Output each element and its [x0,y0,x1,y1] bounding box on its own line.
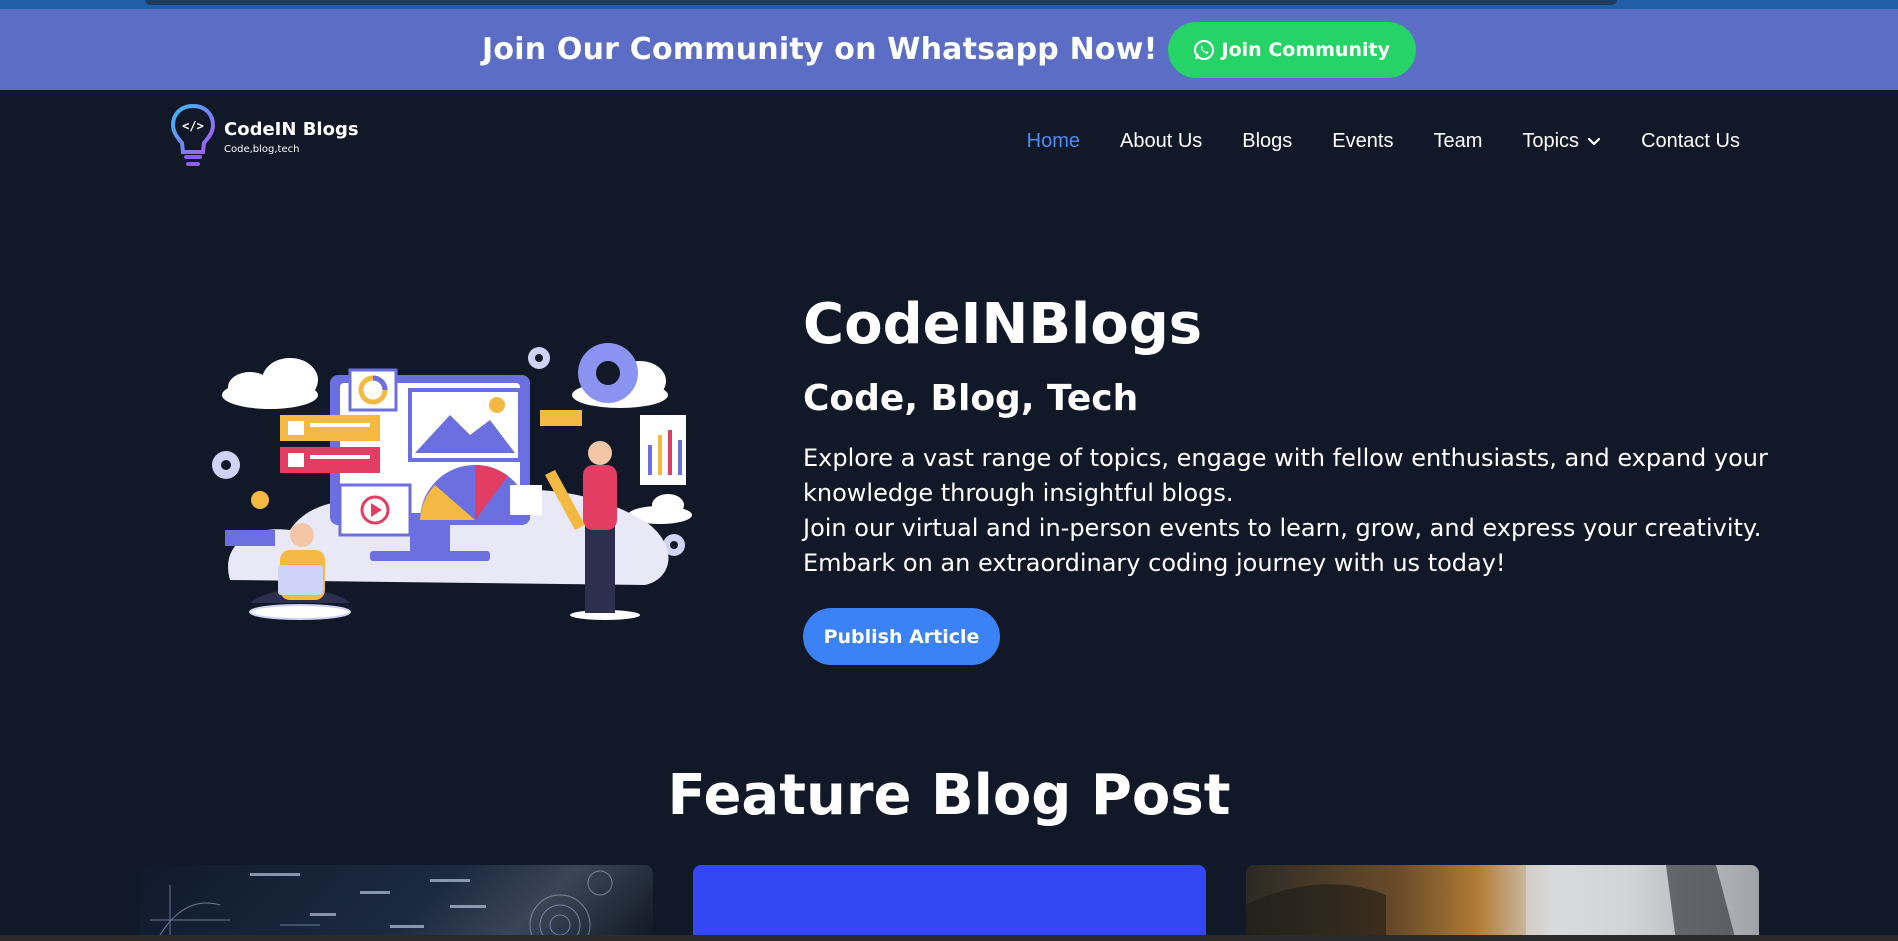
hero-section: CodeINBlogs Code, Blog, Tech Explore a v… [803,290,1768,665]
svg-text:</>: </> [182,119,204,133]
feature-card-2[interactable] [693,865,1206,941]
hero-subtitle: Code, Blog, Tech [803,378,1139,419]
logo-tagline: Code,blog,tech [224,144,300,155]
banner-text: Join Our Community on Whatsapp Now! [482,32,1158,67]
hero-description-line: Embark on an extraordinary coding journe… [803,549,1506,577]
nav-contact-us[interactable]: Contact Us [1641,130,1740,153]
logo-title: CodeIN Blogs [224,119,359,140]
hero-description-line: Explore a vast range of topics, engage w… [803,444,1768,472]
site-logo[interactable]: </> CodeIN Blogs Code,blog,tech [168,102,359,172]
hero-description-line: knowledge through insightful blogs. [803,479,1234,507]
join-community-label: Join Community [1221,38,1390,61]
feature-card-3[interactable] [1246,865,1759,941]
lightbulb-code-icon: </> [170,103,216,166]
browser-top-strip [0,0,1898,9]
hero-description: Explore a vast range of topics, engage w… [803,441,1768,581]
top-strip-inner [145,0,1617,5]
publish-article-button[interactable]: Publish Article [803,608,1000,665]
nav-topics[interactable]: Topics [1522,130,1601,153]
nav-about-us[interactable]: About Us [1120,130,1202,153]
nav-home[interactable]: Home [1027,130,1080,153]
nav-team[interactable]: Team [1433,130,1482,153]
laptop-photo-image [1246,865,1759,941]
hero-description-line: Join our virtual and in-person events to… [803,514,1762,542]
whatsapp-icon [1193,39,1214,60]
hero-illustration [212,343,692,620]
math-board-image [150,870,613,941]
main-nav: Home About Us Blogs Events Team Topics C… [1027,130,1740,153]
logo-text: CodeIN Blogs Code,blog,tech [224,119,359,155]
feature-card-1[interactable] [140,865,653,941]
feature-section-title: Feature Blog Post [667,763,1231,828]
community-banner: Join Our Community on Whatsapp Now! Join… [0,9,1898,90]
browser-bottom-strip [0,935,1898,941]
navbar: </> CodeIN Blogs Code,blog,tech Home Abo… [0,90,1898,194]
chevron-down-icon [1587,137,1601,145]
hero-title: CodeINBlogs [803,292,1203,357]
join-community-button[interactable]: Join Community [1167,21,1416,78]
nav-blogs[interactable]: Blogs [1242,130,1292,153]
nav-events[interactable]: Events [1332,130,1393,153]
nav-topics-label: Topics [1522,130,1580,152]
